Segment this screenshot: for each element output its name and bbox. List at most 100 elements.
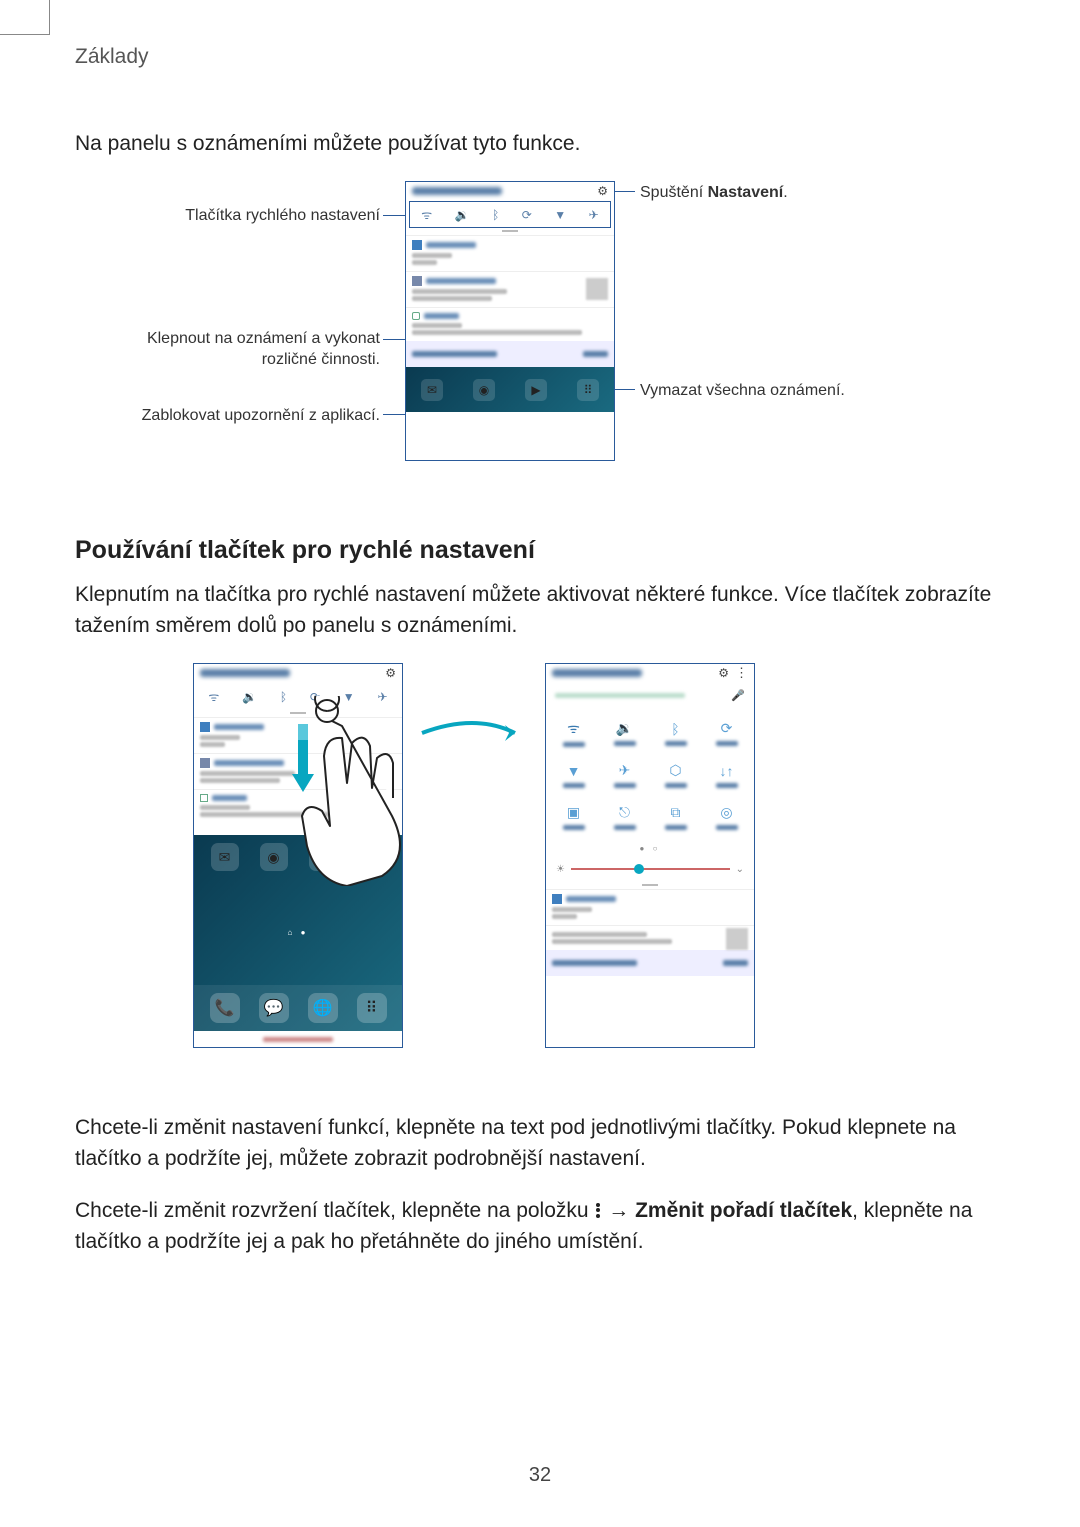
quick-toggle-hotspot[interactable]: ⬡ bbox=[650, 754, 701, 796]
hotspot-icon: ⬡ bbox=[669, 762, 681, 779]
power-icon: ⎋ bbox=[619, 804, 630, 821]
brightness-slider[interactable]: ☀ ⌄ bbox=[546, 855, 754, 883]
mail-app-icon[interactable]: ✉ bbox=[421, 379, 443, 401]
quick-toggle-bluelight[interactable]: ▣ bbox=[548, 796, 599, 838]
bluelight-icon: ▣ bbox=[567, 804, 580, 821]
phone-screen-notification: ⚙ ᯤ 🔉 ᛒ ⟳ ▼ ✈ bbox=[405, 181, 615, 461]
notification-footer bbox=[406, 341, 614, 367]
quick-toggle-sound[interactable]: 🔉 bbox=[599, 712, 650, 754]
flashlight-icon: ▼ bbox=[567, 763, 581, 779]
mail-app-icon[interactable]: ✉ bbox=[211, 843, 239, 871]
wifi-icon[interactable]: ᯤ bbox=[208, 688, 219, 705]
block-link[interactable] bbox=[552, 960, 637, 966]
paragraph-change-settings: Chcete-li změnit nastavení funkcí, klepn… bbox=[75, 1113, 1005, 1174]
app-icon bbox=[200, 758, 210, 768]
perf-icon: ⧉ bbox=[671, 804, 681, 821]
subsection-heading: Používání tlačítek pro rychlé nastavení bbox=[75, 536, 1005, 565]
wifi-icon: ᯤ bbox=[567, 719, 580, 738]
flashlight-icon[interactable]: ▼ bbox=[554, 208, 566, 222]
quick-toggle-wifi[interactable]: ᯤ bbox=[548, 712, 599, 754]
mic-icon[interactable]: 🎤 bbox=[731, 689, 745, 702]
app-icon bbox=[412, 312, 420, 320]
app-icon bbox=[412, 240, 422, 250]
page-number: 32 bbox=[529, 1464, 551, 1487]
notification-item-3[interactable] bbox=[406, 307, 614, 341]
notification-footer bbox=[546, 950, 754, 976]
quick-settings-bar[interactable]: ᯤ 🔉 ᛒ ⟳ ▼ ✈ bbox=[409, 201, 611, 228]
notification-item-1[interactable] bbox=[406, 235, 614, 271]
app-icon bbox=[552, 894, 562, 904]
quick-toggle-power[interactable]: ⎋ bbox=[599, 796, 650, 838]
gear-icon[interactable]: ⚙ bbox=[385, 666, 396, 680]
p4-bold: Změnit pořadí tlačítek bbox=[635, 1199, 852, 1222]
airplane-icon: ✈ bbox=[619, 762, 631, 779]
dock-preview: ✉ ◉ ▶ ⠿ bbox=[406, 367, 614, 412]
wifi-icon[interactable]: ᯤ bbox=[421, 206, 432, 223]
transition-arrow-icon bbox=[420, 718, 530, 748]
p4-pre: Chcete-li změnit rozvržení tlačítek, kle… bbox=[75, 1199, 594, 1222]
messages-app-icon[interactable]: 💬 bbox=[259, 993, 289, 1023]
sound-icon: 🔉 bbox=[616, 720, 633, 737]
page-content: Základy Na panelu s oznámeními můžete po… bbox=[0, 0, 1080, 1527]
callout-clear-all: Vymazat všechna oznámení. bbox=[640, 381, 845, 402]
quick-toggle-data[interactable]: ↓↑ bbox=[701, 754, 752, 796]
thumbnail bbox=[726, 928, 748, 950]
quick-toggle-bluetooth[interactable]: ᛒ bbox=[650, 712, 701, 754]
phone-screen-collapsed: ⚙ ᯤ 🔉 ᛒ ⟳ ▼ ✈ bbox=[193, 663, 403, 1048]
phone-app-icon[interactable]: 📞 bbox=[210, 993, 240, 1023]
bottom-strip bbox=[194, 1031, 402, 1047]
apps-app-icon[interactable]: ⠿ bbox=[577, 379, 599, 401]
intro-paragraph: Na panelu s oznámeními můžete používat t… bbox=[75, 129, 1005, 159]
section-heading: Základy bbox=[75, 45, 1005, 69]
status-bar: ⚙ bbox=[406, 182, 614, 200]
search-bar[interactable]: 🎤 bbox=[551, 685, 749, 705]
clear-link[interactable] bbox=[583, 351, 608, 357]
notification-item-2[interactable] bbox=[406, 271, 614, 307]
rotate-icon[interactable]: ⟳ bbox=[522, 208, 532, 222]
drawer-app-icon[interactable]: ⠿ bbox=[357, 993, 387, 1023]
pager-dots: ● ○ bbox=[546, 842, 754, 855]
quick-toggle-flashlight[interactable]: ▼ bbox=[548, 754, 599, 796]
callout-settings-pre: Spuštění bbox=[640, 184, 708, 201]
figure-swipe-expand: ⚙ ᯤ 🔉 ᛒ ⟳ ▼ ✈ bbox=[75, 663, 1005, 1083]
phone-screen-expanded: ⚙ ⋮ 🎤 ᯤ 🔉 ᛒ ⟳ ▼ ✈ ⬡ ↓↑ ▣ ⎋ ⧉ ◎ ● ○ ☀ bbox=[545, 663, 755, 1048]
bluetooth-icon: ᛒ bbox=[671, 721, 679, 737]
notification-item[interactable] bbox=[546, 889, 754, 925]
gear-icon[interactable]: ⚙ bbox=[718, 666, 729, 680]
notification-item[interactable] bbox=[546, 925, 754, 950]
sound-icon[interactable]: 🔉 bbox=[242, 690, 257, 704]
paragraph-quick-buttons: Klepnutím na tlačítka pro rychlé nastave… bbox=[75, 580, 1005, 641]
camera-app-icon[interactable]: ◉ bbox=[473, 379, 495, 401]
callout-block-notifications: Zablokovat upozornění z aplikací. bbox=[115, 406, 380, 427]
airplane-icon[interactable]: ✈ bbox=[589, 208, 599, 222]
quick-toggle-rotate[interactable]: ⟳ bbox=[701, 712, 752, 754]
thumbnail bbox=[586, 278, 608, 300]
status-bar: ⚙ bbox=[194, 664, 402, 682]
sound-icon[interactable]: 🔉 bbox=[455, 208, 470, 222]
location-icon: ◎ bbox=[720, 804, 732, 821]
data-icon: ↓↑ bbox=[720, 763, 734, 779]
p4-arrow: → bbox=[602, 1199, 635, 1222]
bluetooth-icon[interactable]: ᛒ bbox=[492, 208, 499, 222]
quick-toggle-location[interactable]: ◎ bbox=[701, 796, 752, 838]
figure-notification-panel: Tlačítka rychlého nastavení Klepnout na … bbox=[115, 181, 965, 491]
clear-link[interactable] bbox=[723, 960, 748, 966]
chevron-down-icon[interactable]: ⌄ bbox=[736, 864, 744, 875]
quick-toggle-performance[interactable]: ⧉ bbox=[650, 796, 701, 838]
app-icon bbox=[200, 794, 208, 802]
callout-tap-notification: Klepnout na oznámení a vykonat rozličné … bbox=[115, 329, 380, 371]
kebab-icon bbox=[596, 1201, 600, 1219]
app-icon bbox=[412, 276, 422, 286]
status-bar: ⚙ ⋮ bbox=[546, 664, 754, 682]
play-app-icon[interactable]: ▶ bbox=[525, 379, 547, 401]
page-indicator: ⌂ ● bbox=[194, 928, 402, 937]
callout-launch-settings: Spuštění Nastavení. bbox=[640, 183, 788, 204]
more-options-icon[interactable]: ⋮ bbox=[735, 665, 748, 681]
quick-toggle-airplane[interactable]: ✈ bbox=[599, 754, 650, 796]
brightness-icon: ☀ bbox=[556, 864, 565, 875]
rotate-icon: ⟳ bbox=[721, 720, 733, 737]
browser-app-icon[interactable]: 🌐 bbox=[308, 993, 338, 1023]
gear-icon[interactable]: ⚙ bbox=[597, 184, 608, 198]
block-link[interactable] bbox=[412, 351, 497, 357]
callout-settings-bold: Nastavení bbox=[708, 184, 784, 201]
